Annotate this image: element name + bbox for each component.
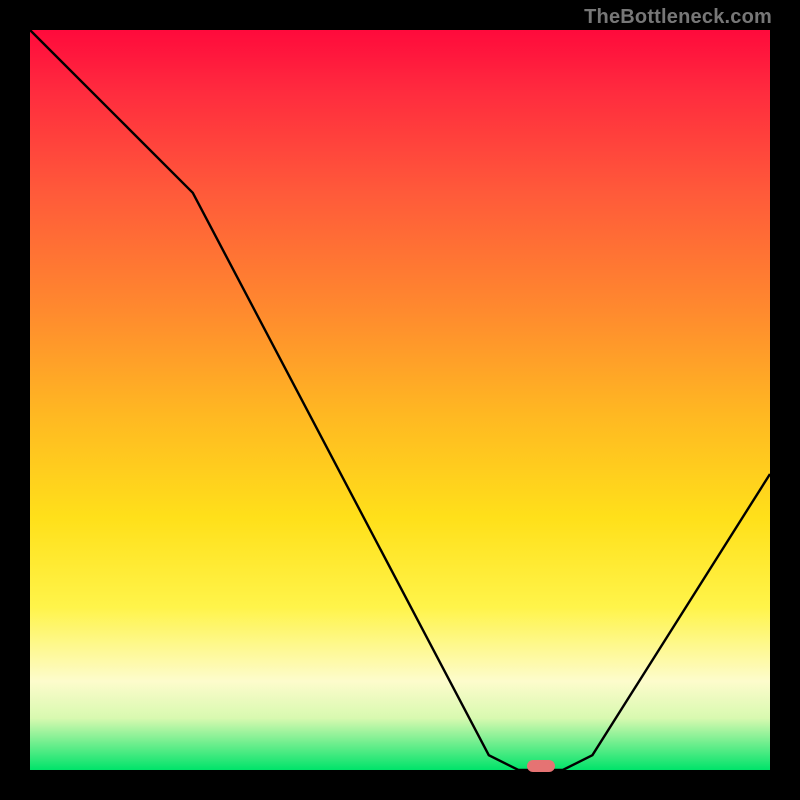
plot-gradient-background — [30, 30, 770, 770]
optimal-marker — [527, 760, 555, 772]
watermark-text: TheBottleneck.com — [584, 6, 772, 29]
chart-frame: TheBottleneck.com — [0, 0, 800, 800]
